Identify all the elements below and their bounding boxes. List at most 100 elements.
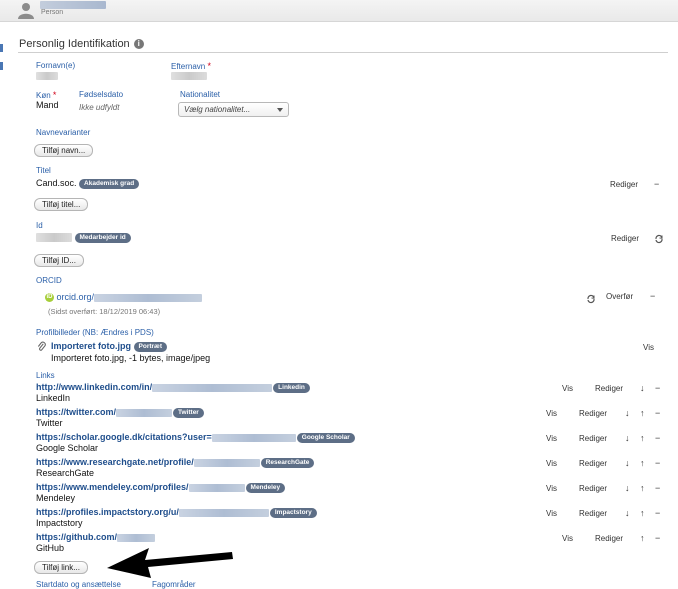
add-link-button[interactable]: Tilføj link... — [34, 561, 88, 574]
link-url[interactable]: http://www.linkedin.com/in/ — [36, 382, 273, 392]
title-edit-button[interactable]: Rediger — [610, 180, 638, 189]
profile-images-label: Profilbilleder (NB: Ændres i PDS) — [36, 328, 154, 337]
birthdate-value[interactable]: Ikke udfyldt — [79, 103, 119, 112]
gender-label: Køn * — [36, 90, 56, 100]
orcid-link-row: iD orcid.org/ — [45, 292, 203, 303]
profile-image-view-button[interactable]: Vis — [643, 343, 654, 352]
link-name: GitHub — [36, 543, 65, 553]
link-remove-button[interactable]: − — [655, 508, 660, 518]
move-down-icon[interactable]: ↓ — [625, 408, 630, 418]
link-url-line: https://profiles.impactstory.org/u/Impac… — [36, 507, 317, 518]
sync-icon[interactable] — [586, 294, 596, 304]
link-edit-button[interactable]: Rediger — [595, 384, 623, 393]
link-remove-button[interactable]: − — [655, 433, 660, 443]
link-url[interactable]: https://www.researchgate.net/profile/ — [36, 457, 260, 467]
orcid-number-redacted — [94, 293, 203, 302]
orcid-link-text: orcid.org/ — [56, 292, 95, 302]
add-title-button[interactable]: Tilføj titel... — [34, 198, 89, 211]
link-view-button[interactable]: Vis — [546, 409, 557, 418]
profile-image-link[interactable]: Importeret foto.jpg — [51, 341, 131, 351]
link-url[interactable]: https://www.mendeley.com/profiles/ — [36, 482, 245, 492]
link-url-redacted — [178, 508, 269, 517]
link-url[interactable]: https://twitter.com/ — [36, 407, 173, 417]
id-value: Medarbejder id — [36, 232, 131, 243]
id-edit-button[interactable]: Rediger — [611, 234, 639, 243]
subject-areas-label: Fagområder — [152, 580, 196, 589]
nationality-select-value: Vælg nationalitet... — [184, 105, 251, 114]
gender-value[interactable]: Mand — [36, 100, 59, 110]
title-remove-button[interactable]: − — [654, 179, 659, 189]
link-url-redacted — [193, 458, 260, 467]
person-icon — [18, 3, 34, 19]
link-url-text: https://www.mendeley.com/profiles/ — [36, 482, 189, 492]
orcid-link[interactable]: orcid.org/ — [57, 292, 203, 302]
profile-image-row: Importeret foto.jpg Portræt — [51, 341, 167, 352]
orcid-transfer-button[interactable]: Overfør — [606, 292, 633, 301]
link-edit-button[interactable]: Rediger — [579, 459, 607, 468]
link-type-badge: Twitter — [173, 407, 204, 418]
link-edit-button[interactable]: Rediger — [579, 434, 607, 443]
move-down-icon[interactable]: ↓ — [625, 458, 630, 468]
link-edit-button[interactable]: Rediger — [595, 534, 623, 543]
link-remove-button[interactable]: − — [655, 408, 660, 418]
link-view-button[interactable]: Vis — [546, 459, 557, 468]
last-name-value-redacted — [171, 72, 207, 80]
birthdate-label: Fødselsdato — [79, 90, 124, 99]
add-id-button[interactable]: Tilføj ID... — [34, 254, 84, 267]
link-url-line: https://twitter.com/Twitter — [36, 407, 204, 418]
links-label: Links — [36, 371, 55, 380]
link-url-redacted — [152, 383, 273, 392]
profile-image-description: Importeret foto.jpg, -1 bytes, image/jpe… — [51, 353, 211, 363]
link-edit-button[interactable]: Rediger — [579, 409, 607, 418]
link-name: LinkedIn — [36, 393, 71, 403]
first-name-value-redacted — [36, 72, 58, 80]
link-url[interactable]: https://profiles.impactstory.org/u/ — [36, 507, 269, 517]
first-name-label: Fornavn(e) — [36, 61, 76, 70]
move-down-icon[interactable]: ↓ — [625, 433, 630, 443]
link-name: Twitter — [36, 418, 63, 428]
link-view-button[interactable]: Vis — [546, 484, 557, 493]
last-name-label: Efternavn * — [171, 61, 211, 71]
link-name: Google Scholar — [36, 443, 99, 453]
link-url[interactable]: https://scholar.google.dk/citations?user… — [36, 432, 296, 442]
link-type-badge: Impactstory — [269, 507, 317, 518]
link-remove-button[interactable]: − — [655, 458, 660, 468]
arrow-annotation-icon — [107, 548, 233, 578]
add-name-button[interactable]: Tilføj navn... — [34, 144, 94, 157]
link-name: Mendeley — [36, 493, 76, 503]
move-up-icon[interactable]: ↑ — [640, 433, 645, 443]
sync-icon[interactable] — [654, 234, 664, 244]
link-remove-button[interactable]: − — [655, 483, 660, 493]
info-icon[interactable]: i — [133, 39, 144, 49]
title-type-badge: Akademisk grad — [79, 178, 140, 189]
link-edit-button[interactable]: Rediger — [579, 484, 607, 493]
link-url-text: https://profiles.impactstory.org/u/ — [36, 507, 179, 517]
section-title-text: Personlig Identifikation — [19, 38, 130, 50]
portrait-badge: Portræt — [133, 341, 167, 352]
link-remove-button[interactable]: − — [655, 533, 660, 543]
link-url-line: https://scholar.google.dk/citations?user… — [36, 432, 355, 443]
top-bar: Person — [0, 0, 678, 22]
link-url-text: http://www.linkedin.com/in/ — [36, 382, 153, 392]
link-view-button[interactable]: Vis — [546, 509, 557, 518]
move-down-icon[interactable]: ↓ — [625, 483, 630, 493]
id-label: Id — [36, 221, 43, 230]
title-value: Cand.soc. Akademisk grad — [36, 178, 140, 189]
link-view-button[interactable]: Vis — [562, 384, 573, 393]
link-view-button[interactable]: Vis — [562, 534, 573, 543]
move-up-icon[interactable]: ↑ — [640, 408, 645, 418]
orcid-remove-button[interactable]: − — [650, 291, 655, 301]
orcid-transfer-note: (Sidst overført: 18/12/2019 06:43) — [48, 307, 161, 316]
move-down-icon[interactable]: ↓ — [640, 383, 645, 393]
nationality-select[interactable]: Vælg nationalitet... — [178, 102, 289, 117]
link-remove-button[interactable]: − — [655, 383, 660, 393]
left-edge-marker — [0, 62, 3, 70]
move-down-icon[interactable]: ↓ — [625, 508, 630, 518]
move-up-icon[interactable]: ↑ — [640, 458, 645, 468]
move-up-icon[interactable]: ↑ — [640, 533, 645, 543]
person-name-redacted — [40, 1, 106, 9]
move-up-icon[interactable]: ↑ — [640, 508, 645, 518]
link-view-button[interactable]: Vis — [546, 434, 557, 443]
move-up-icon[interactable]: ↑ — [640, 483, 645, 493]
link-edit-button[interactable]: Rediger — [579, 509, 607, 518]
